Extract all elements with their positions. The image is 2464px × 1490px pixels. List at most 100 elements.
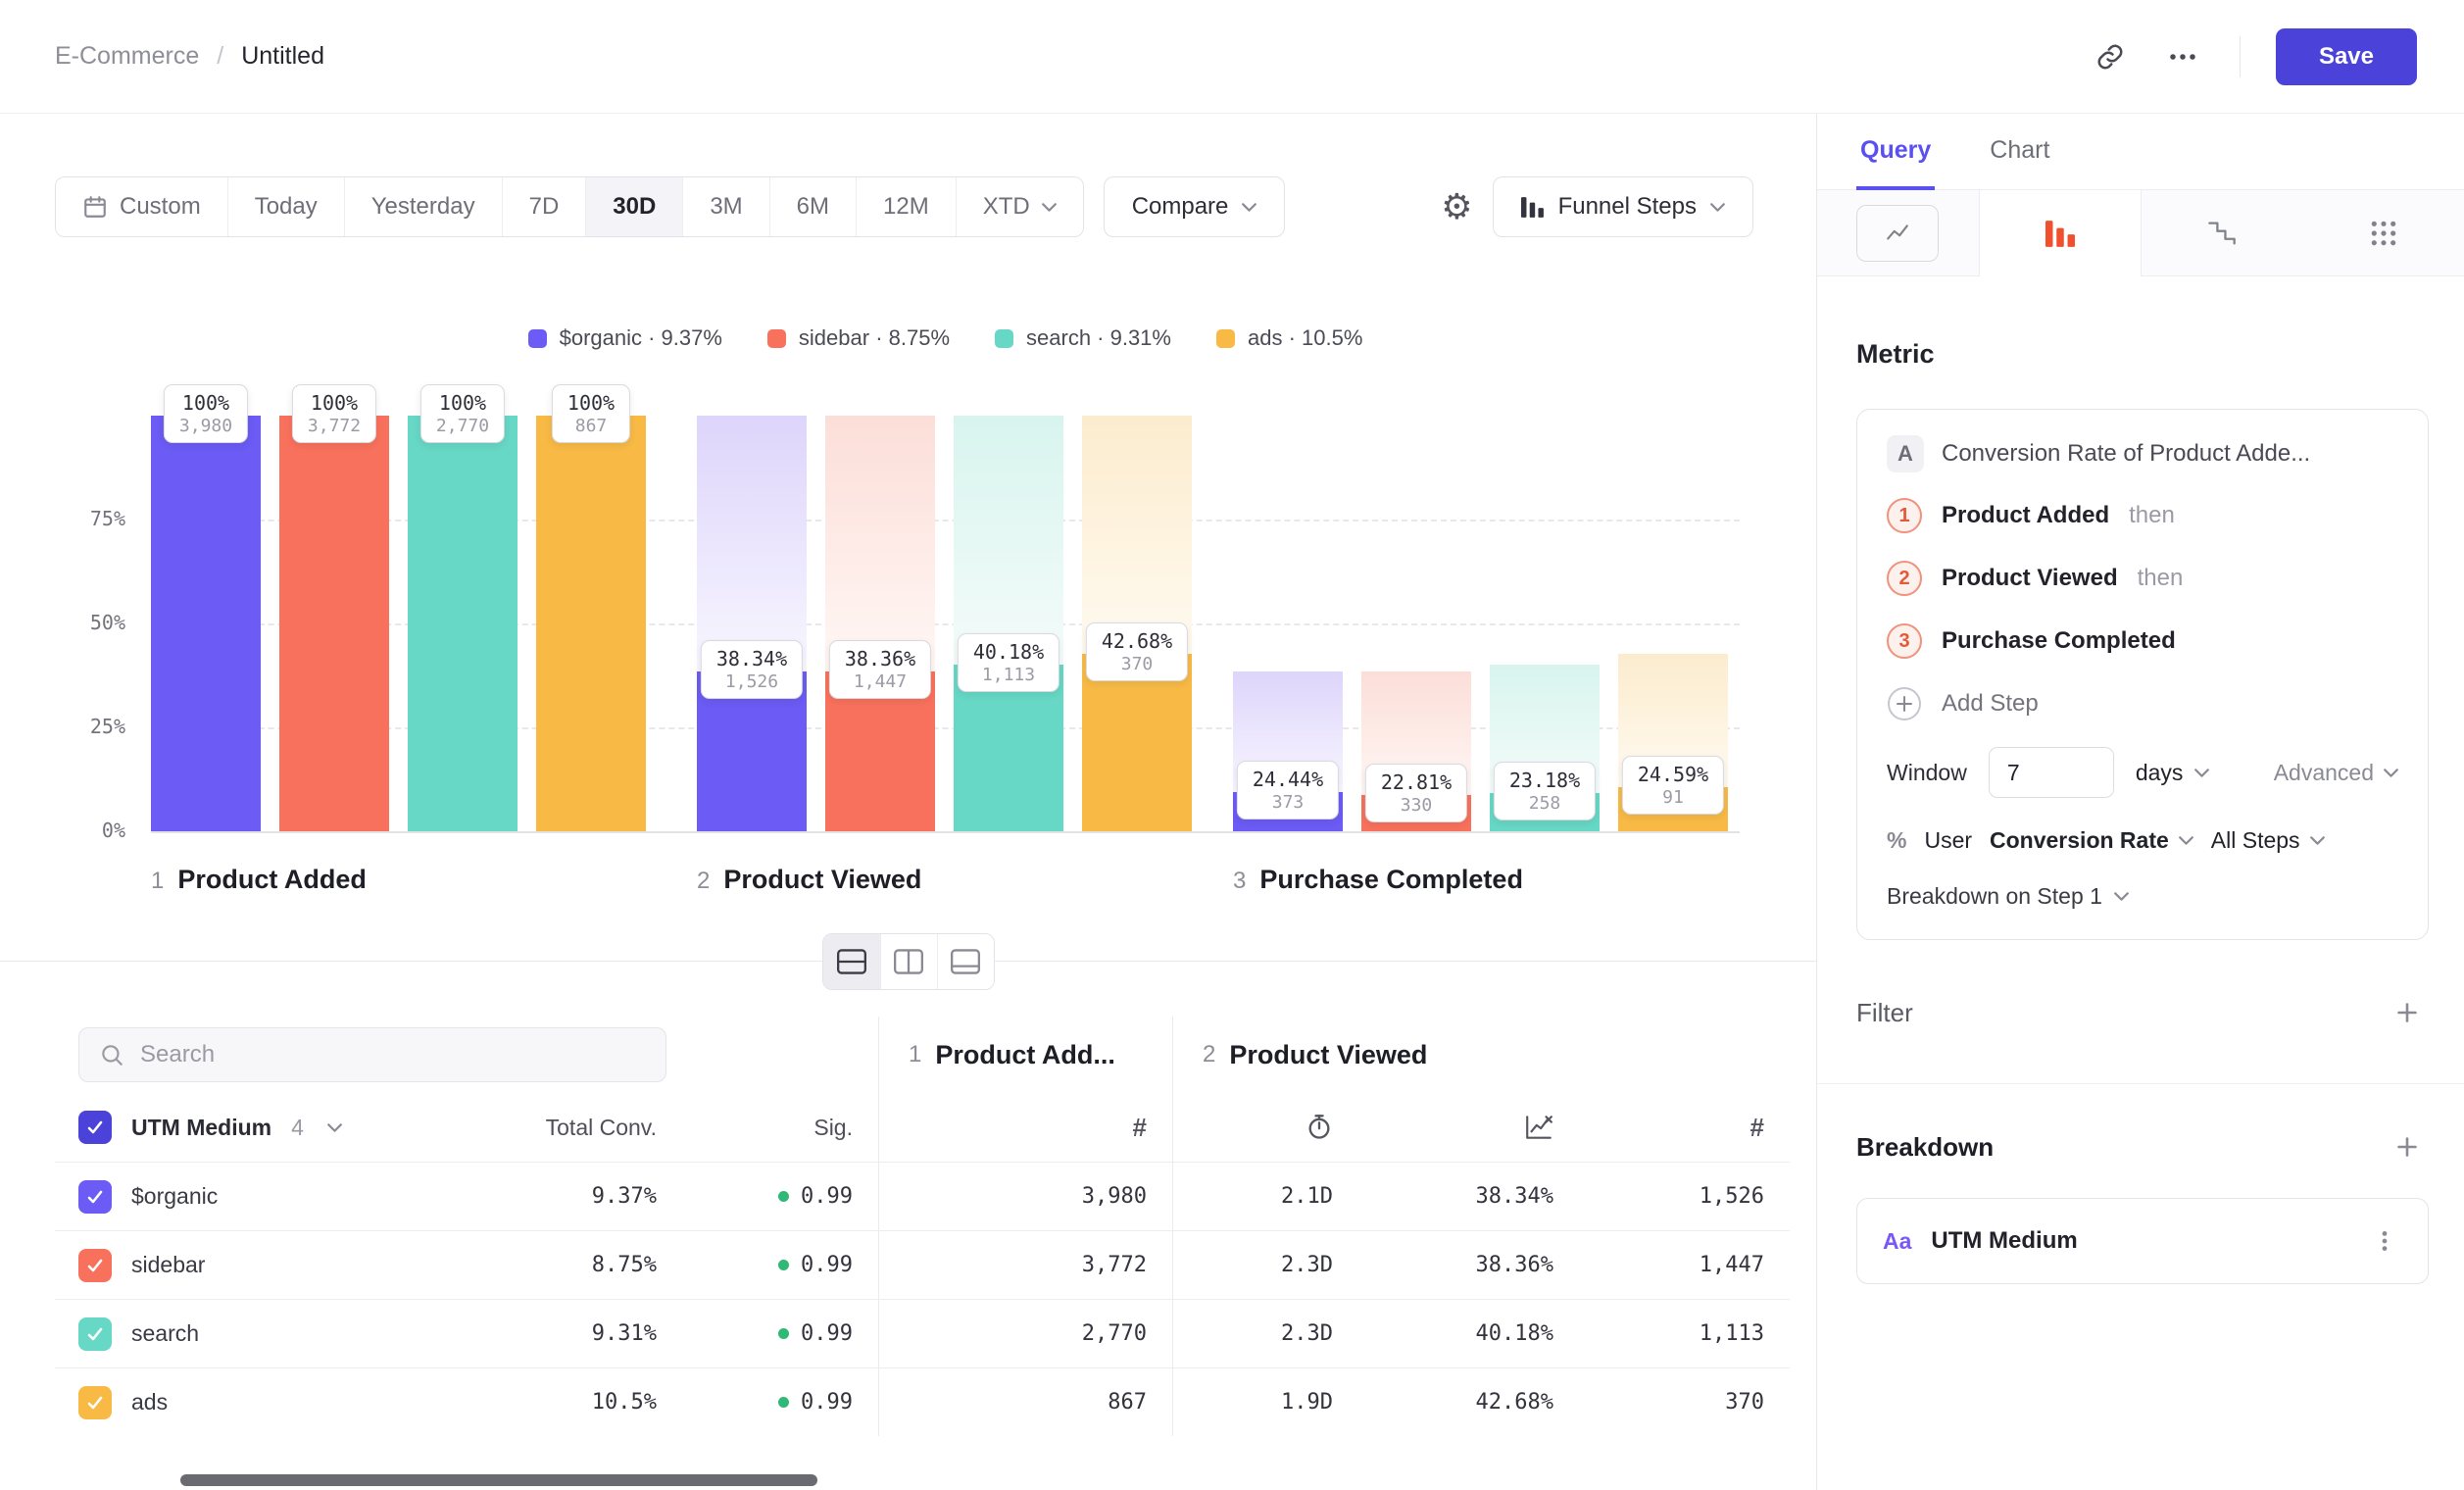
row-checkbox[interactable] bbox=[78, 1317, 112, 1351]
table-row[interactable]: sidebar 8.75% 0.99 3,772 2.3D 38.36% 1,4… bbox=[55, 1230, 1790, 1299]
viz-tab-retention[interactable] bbox=[2142, 190, 2303, 275]
add-breakdown-button[interactable] bbox=[2390, 1129, 2425, 1165]
tab-chart[interactable]: Chart bbox=[1986, 136, 2053, 190]
viz-tab-funnels[interactable] bbox=[1979, 190, 2143, 276]
legend-swatch bbox=[1216, 329, 1235, 348]
table-group-header-step2: 2 Product Viewed bbox=[1172, 1017, 1790, 1093]
topbar: E-Commerce / Untitled Save bbox=[0, 0, 2464, 114]
table-row[interactable]: search 9.31% 0.99 2,770 2.3D 40.18% 1,11… bbox=[55, 1299, 1790, 1367]
date-range-today[interactable]: Today bbox=[227, 177, 344, 236]
date-range-xtd[interactable]: XTD bbox=[956, 177, 1083, 236]
date-range-custom[interactable]: Custom bbox=[56, 177, 227, 236]
plus-icon bbox=[2394, 1000, 2420, 1025]
breakdown-options-button[interactable] bbox=[2367, 1223, 2402, 1259]
date-range-12m[interactable]: 12M bbox=[856, 177, 956, 236]
controls-row: Custom Today Yesterday 7D 30D 3M 6M 12M … bbox=[55, 176, 1753, 237]
date-range-7d[interactable]: 7D bbox=[502, 177, 586, 236]
split-vertical-icon bbox=[894, 949, 923, 974]
layout-bottom-panel-button[interactable] bbox=[937, 934, 994, 989]
layout-split-vertical-button[interactable] bbox=[880, 934, 937, 989]
measure-metric-select[interactable]: Conversion Rate bbox=[1990, 827, 2193, 854]
save-button[interactable]: Save bbox=[2276, 28, 2417, 85]
step-event-name[interactable]: Product Viewed bbox=[1942, 565, 2118, 592]
date-range-30d[interactable]: 30D bbox=[585, 177, 682, 236]
settings-gear-button[interactable]: ⚙ bbox=[1441, 189, 1472, 224]
breadcrumb-parent[interactable]: E-Commerce bbox=[55, 42, 199, 71]
layout-split-horizontal-button[interactable] bbox=[823, 934, 880, 989]
advanced-toggle[interactable]: Advanced bbox=[2274, 760, 2398, 786]
legend-item[interactable]: $organic · 9.37% bbox=[528, 325, 722, 351]
row-label: sidebar bbox=[131, 1252, 205, 1278]
share-link-button[interactable] bbox=[2089, 35, 2132, 78]
chevron-down-icon bbox=[1042, 203, 1057, 212]
date-range-3m[interactable]: 3M bbox=[682, 177, 768, 236]
count-icon[interactable]: # bbox=[1579, 1093, 1790, 1162]
viz-tab-insights[interactable] bbox=[1817, 190, 1979, 275]
horizontal-scrollbar[interactable] bbox=[180, 1474, 817, 1486]
date-range-6m[interactable]: 6M bbox=[769, 177, 856, 236]
row-checkbox[interactable] bbox=[78, 1249, 112, 1282]
sig-dot bbox=[778, 1328, 789, 1339]
grid-dots-icon bbox=[2370, 220, 2397, 247]
legend-label: search · 9.31% bbox=[1026, 325, 1171, 351]
conversion-trend-icon[interactable] bbox=[1358, 1093, 1579, 1162]
total-conv-header[interactable]: Total Conv. bbox=[467, 1093, 682, 1162]
breakdown-property-card[interactable]: Aa UTM Medium bbox=[1856, 1198, 2429, 1284]
step-connector: then bbox=[2129, 502, 2175, 529]
split-horizontal-icon bbox=[837, 949, 866, 974]
sig-dot bbox=[778, 1191, 789, 1202]
metric-heading: Metric bbox=[1856, 339, 2464, 370]
sig-header[interactable]: Sig. bbox=[682, 1093, 878, 1162]
legend-label: $organic · 9.37% bbox=[560, 325, 722, 351]
viz-tab-flows[interactable] bbox=[2303, 190, 2464, 275]
date-range-yesterday[interactable]: Yesterday bbox=[344, 177, 502, 236]
breakdown-column-label[interactable]: UTM Medium bbox=[131, 1115, 271, 1141]
measure-scope-select[interactable]: All Steps bbox=[2211, 827, 2325, 854]
more-menu-button[interactable] bbox=[2161, 35, 2204, 78]
legend-item[interactable]: sidebar · 8.75% bbox=[767, 325, 950, 351]
bar-value-label: 38.36%1,447 bbox=[829, 640, 931, 699]
step2-avg-time: 2.3D bbox=[1172, 1231, 1358, 1299]
funnel-bar[interactable] bbox=[408, 416, 517, 831]
step2-count: 1,526 bbox=[1579, 1163, 1790, 1230]
total-conv-value: 8.75% bbox=[467, 1231, 682, 1299]
funnel-bar[interactable] bbox=[151, 416, 261, 831]
search-input[interactable] bbox=[140, 1041, 646, 1068]
compare-button[interactable]: Compare bbox=[1104, 176, 1286, 237]
table-row[interactable]: ads 10.5% 0.99 867 1.9D 42.68% 370 bbox=[55, 1367, 1790, 1436]
funnel-step-row[interactable]: 2 Product Viewed then bbox=[1887, 547, 2398, 610]
add-step-button[interactable]: Add Step bbox=[1887, 672, 2039, 735]
step-event-name[interactable]: Purchase Completed bbox=[1942, 627, 2176, 655]
chevron-down-icon bbox=[1710, 203, 1725, 212]
select-all-checkbox[interactable] bbox=[78, 1111, 112, 1144]
funnel-step-label: 1Product Added bbox=[151, 865, 367, 895]
tab-query[interactable]: Query bbox=[1856, 136, 1935, 190]
window-unit-select[interactable]: days bbox=[2136, 760, 2210, 786]
bar-value-label: 100%2,770 bbox=[420, 384, 505, 443]
funnel-step-row[interactable]: 1 Product Added then bbox=[1887, 484, 2398, 547]
row-checkbox[interactable] bbox=[78, 1180, 112, 1214]
avg-time-icon[interactable] bbox=[1172, 1093, 1358, 1162]
y-axis-tick: 0% bbox=[31, 819, 125, 842]
legend-item[interactable]: search · 9.31% bbox=[995, 325, 1171, 351]
metric-title[interactable]: Conversion Rate of Product Adde... bbox=[1942, 440, 2310, 468]
breadcrumb-separator: / bbox=[217, 42, 223, 71]
row-checkbox[interactable] bbox=[78, 1386, 112, 1419]
view-type-button[interactable]: Funnel Steps bbox=[1493, 176, 1753, 237]
table-row[interactable]: $organic 9.37% 0.99 3,980 2.1D 38.34% 1,… bbox=[55, 1162, 1790, 1230]
check-icon bbox=[85, 1324, 105, 1344]
step-event-name[interactable]: Product Added bbox=[1942, 502, 2109, 529]
breakdown-on-step-select[interactable]: Breakdown on Step 1 bbox=[1887, 883, 2129, 910]
funnel-step-row[interactable]: 3 Purchase Completed bbox=[1887, 610, 2398, 672]
property-type-badge: Aa bbox=[1883, 1228, 1911, 1255]
breakdown-section: Breakdown Aa UTM Medium bbox=[1817, 1129, 2464, 1284]
check-icon bbox=[85, 1256, 105, 1275]
breadcrumb-current[interactable]: Untitled bbox=[241, 42, 324, 71]
funnel-bar[interactable] bbox=[279, 416, 389, 831]
measure-entity[interactable]: User bbox=[1924, 827, 1972, 854]
funnel-bar[interactable] bbox=[536, 416, 646, 831]
window-value-input[interactable] bbox=[1989, 747, 2114, 798]
legend-item[interactable]: ads · 10.5% bbox=[1216, 325, 1362, 351]
count-icon[interactable]: # bbox=[878, 1093, 1172, 1162]
add-filter-button[interactable] bbox=[2390, 995, 2425, 1030]
